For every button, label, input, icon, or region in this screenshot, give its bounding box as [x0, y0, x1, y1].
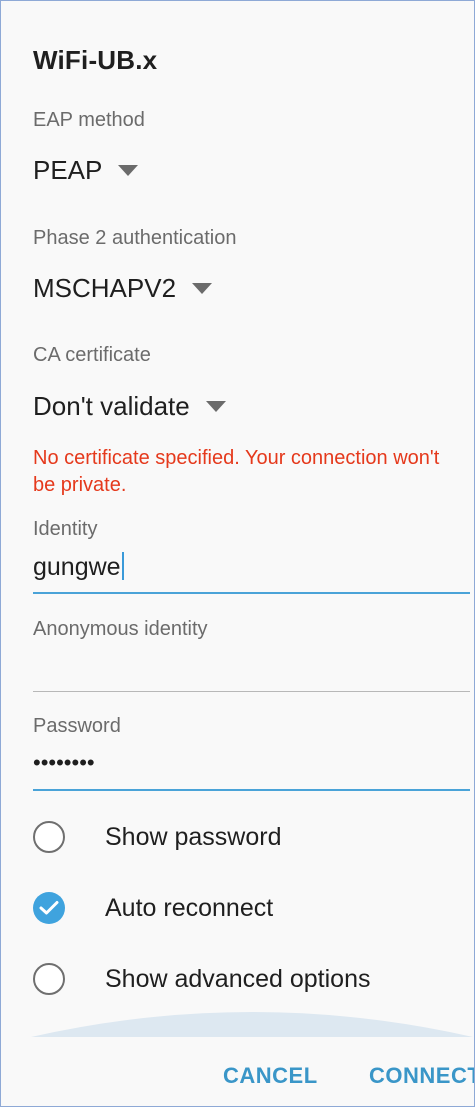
certificate-warning: No certificate specified. Your connectio…	[33, 447, 440, 496]
phase2-dropdown[interactable]: MSCHAPV2	[33, 273, 213, 304]
show-password-checkbox[interactable]	[33, 821, 65, 853]
show-advanced-options-label: Show advanced options	[105, 964, 371, 993]
phase2-value: MSCHAPV2	[33, 273, 177, 303]
phase2-label: Phase 2 authentication	[33, 227, 237, 249]
identity-value: gungwe	[33, 553, 121, 581]
anonymous-identity-underline	[33, 691, 470, 692]
show-advanced-options-checkbox[interactable]	[33, 963, 65, 995]
identity-label: Identity	[33, 518, 98, 540]
password-underline	[33, 789, 470, 791]
show-password-label: Show password	[105, 822, 282, 851]
anonymous-identity-input[interactable]	[33, 649, 470, 691]
eap-method-dropdown[interactable]: PEAP	[33, 155, 139, 186]
triangle-down-icon	[205, 401, 226, 412]
auto-reconnect-label: Auto reconnect	[105, 893, 274, 922]
identity-input[interactable]: gungwe	[33, 551, 470, 593]
cancel-button[interactable]: CANCEL	[223, 1063, 318, 1089]
checkmark-icon	[39, 901, 59, 915]
password-label: Password	[33, 715, 121, 737]
eap-method-value: PEAP	[33, 155, 103, 185]
ca-certificate-dropdown[interactable]: Don't validate	[33, 391, 226, 422]
wifi-dialog: WiFi-UB.x EAP method PEAP Phase 2 authen…	[0, 0, 475, 1107]
anonymous-identity-label: Anonymous identity	[33, 618, 208, 640]
connect-button[interactable]: CONNECT	[369, 1063, 474, 1089]
text-cursor	[121, 552, 124, 580]
password-value: ••••••••	[33, 750, 95, 775]
ca-certificate-label: CA certificate	[33, 344, 151, 366]
identity-underline	[33, 592, 470, 594]
password-input[interactable]: ••••••••	[33, 749, 470, 791]
triangle-down-icon	[192, 283, 213, 294]
scroll-edge-glow	[31, 1012, 473, 1037]
eap-method-label: EAP method	[33, 109, 145, 131]
auto-reconnect-checkbox[interactable]	[33, 892, 65, 924]
show-password-option[interactable]: Show password	[33, 821, 281, 853]
triangle-down-icon	[118, 165, 139, 176]
ca-certificate-value: Don't validate	[33, 391, 190, 421]
dialog-title: WiFi-UB.x	[33, 45, 158, 75]
show-advanced-options-option[interactable]: Show advanced options	[33, 963, 370, 995]
auto-reconnect-option[interactable]: Auto reconnect	[33, 892, 273, 924]
